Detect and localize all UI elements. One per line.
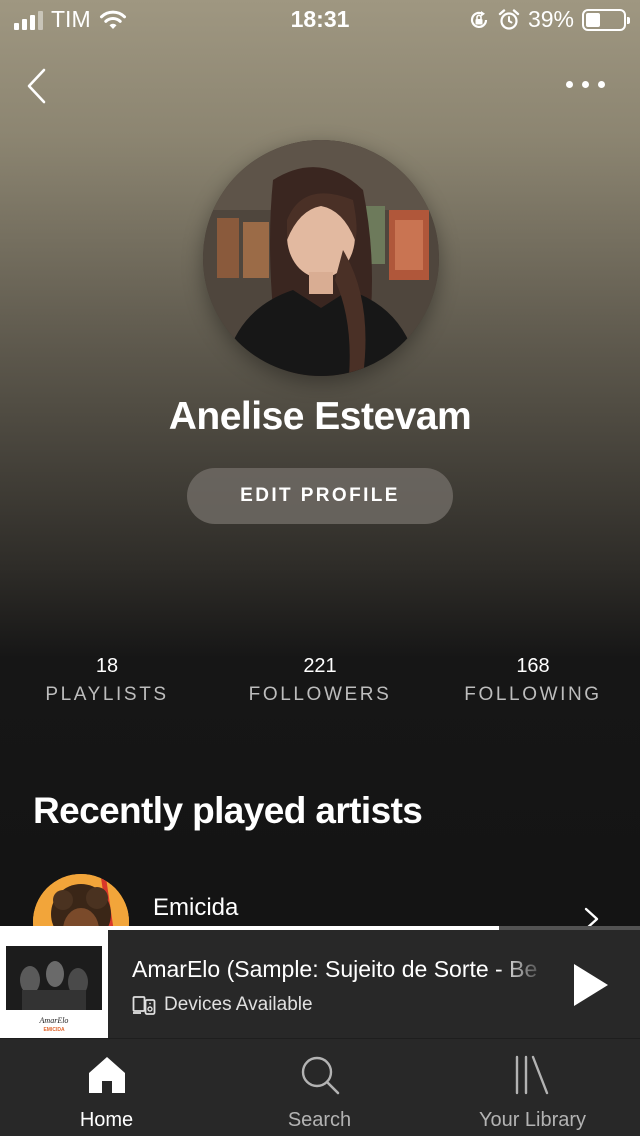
stat-value: 168 [516, 655, 550, 677]
play-icon[interactable] [568, 960, 612, 1010]
tab-library[interactable]: Your Library [426, 1039, 639, 1136]
devices-available[interactable]: Devices Available [132, 994, 313, 1016]
playback-progress[interactable] [0, 926, 640, 930]
devices-icon [132, 996, 156, 1015]
profile-screen: TIM 18:31 39% Anelise Estevam EDIT PROFI… [0, 0, 640, 1136]
battery-level [586, 12, 601, 27]
stat-playlists[interactable]: 18 PLAYLISTS [0, 655, 214, 706]
status-bar: TIM 18:31 39% [0, 0, 640, 40]
stat-following[interactable]: 168 FOLLOWING [426, 655, 640, 706]
profile-name: Anelise Estevam [168, 395, 472, 438]
more-dot [581, 80, 589, 88]
profile-stats: 18 PLAYLISTS 221 FOLLOWERS 168 FOLLOWING [0, 655, 640, 715]
tab-label: Search [287, 1109, 352, 1131]
artist-name: Emicida [153, 894, 239, 921]
more-horizontal-icon [565, 80, 573, 88]
section-title-recent-artists: Recently played artists [33, 790, 423, 831]
rotation-lock-icon [470, 10, 488, 28]
battery-percent: 39% [527, 6, 574, 32]
more-options-button[interactable] [560, 72, 610, 96]
playback-progress-fill [0, 926, 500, 930]
profile-avatar[interactable] [203, 140, 439, 376]
stat-label: PLAYLISTS [45, 684, 169, 705]
cover-title: AmarElo [39, 1016, 69, 1025]
tab-bar: Home Search Your Library [0, 1038, 640, 1136]
now-playing-cover: AmarElo EMICIDA [0, 930, 108, 1038]
home-icon [88, 1057, 125, 1093]
stat-followers[interactable]: 221 FOLLOWERS [213, 655, 427, 706]
search-icon [301, 1056, 339, 1095]
tab-search[interactable]: Search [213, 1039, 426, 1136]
edit-profile-button[interactable]: EDIT PROFILE [187, 468, 453, 524]
cover-artist: EMICIDA [43, 1027, 65, 1033]
profile-photo [203, 140, 439, 376]
stat-label: FOLLOWING [464, 684, 602, 705]
stat-value: 221 [303, 655, 337, 677]
stat-value: 18 [95, 655, 119, 677]
more-dot [597, 80, 605, 88]
library-icon [515, 1055, 548, 1095]
chevron-left-icon [27, 68, 46, 104]
now-playing-bar[interactable]: AmarElo EMICIDA AmarElo (Sample: Sujeito… [0, 930, 640, 1038]
status-right: 39% [468, 6, 630, 33]
battery-icon [582, 8, 630, 31]
back-button[interactable] [22, 66, 58, 106]
now-playing-title: AmarElo (Sample: Sujeito de Sorte - Be [132, 956, 538, 982]
devices-label: Devices Available [164, 994, 313, 1015]
tab-home[interactable]: Home [0, 1039, 213, 1136]
stat-label: FOLLOWERS [248, 684, 392, 705]
tab-label: Your Library [478, 1109, 587, 1131]
tab-label: Home [79, 1109, 134, 1131]
alarm-icon [498, 8, 520, 30]
